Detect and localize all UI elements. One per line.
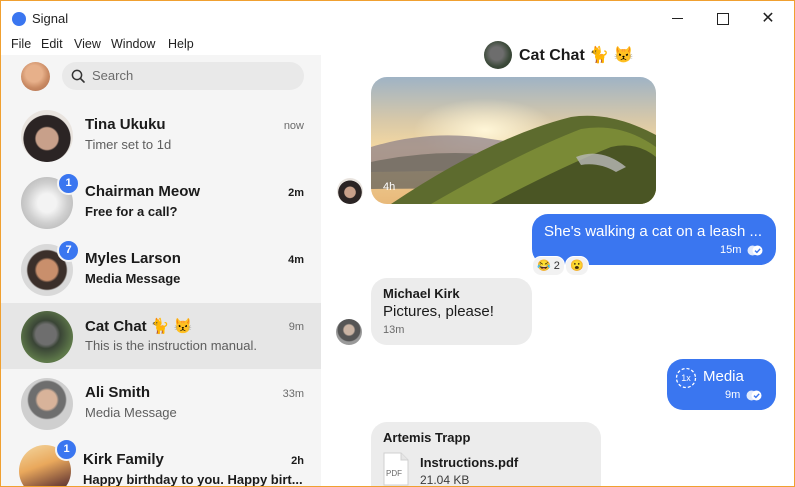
menu-edit[interactable]: Edit xyxy=(41,37,63,51)
app-window: Signal ✕ File Edit View Window Help Tina… xyxy=(0,0,795,487)
minimize-icon xyxy=(671,18,683,20)
search-input[interactable] xyxy=(92,68,292,83)
conversation-item[interactable]: 1 Chairman Meow Free for a call? 2m xyxy=(1,169,321,235)
signal-app-icon xyxy=(12,12,26,26)
sender-avatar[interactable] xyxy=(337,178,363,204)
avatar xyxy=(21,378,73,430)
conversation-preview: Media Message xyxy=(85,405,177,420)
search-icon xyxy=(71,69,85,83)
conversation-time: 2h xyxy=(291,455,304,467)
unread-badge: 7 xyxy=(57,239,80,262)
message-time: 9m xyxy=(725,389,741,401)
unread-badge: 1 xyxy=(55,438,78,461)
conversation-list-pane: Tina Ukuku Timer set to 1d now 1 Chairma… xyxy=(1,55,321,487)
title-bar: Signal ✕ xyxy=(1,1,794,37)
unread-badge: 1 xyxy=(57,172,80,195)
conversation-time: 4m xyxy=(288,254,304,266)
photo-message[interactable]: 4h xyxy=(371,77,656,204)
conversation-preview: Timer set to 1d xyxy=(85,137,172,152)
message-time: 13m xyxy=(383,324,405,336)
conversation-name: Cat Chat 🐈 😾 xyxy=(85,318,193,335)
close-icon: ✕ xyxy=(761,10,775,27)
conversation-preview: Happy birthday to you. Happy birt... xyxy=(83,472,303,487)
conversation-item[interactable]: Cat Chat 🐈 😾 This is the instruction man… xyxy=(1,303,321,369)
avatar xyxy=(484,41,512,69)
conversation-preview: Free for a call? xyxy=(85,204,178,219)
conversation-name: Tina Ukuku xyxy=(85,116,166,133)
file-size: 21.04 KB xyxy=(420,473,470,487)
conversation-name: Myles Larson xyxy=(85,250,181,267)
file-extension: PDF xyxy=(386,469,402,478)
conversation-time: 9m xyxy=(288,321,304,333)
search-box[interactable] xyxy=(62,62,304,90)
conversation-item[interactable]: Ali Smith Media Message 33m xyxy=(1,370,321,436)
maximize-icon xyxy=(717,12,729,25)
sender-name: Artemis Trapp xyxy=(383,430,471,445)
window-title: Signal xyxy=(32,11,69,26)
conversation-preview: Media Message xyxy=(85,271,181,286)
menu-file[interactable]: File xyxy=(11,37,31,51)
reaction-laugh[interactable]: 😂 2 xyxy=(532,256,565,276)
avatar xyxy=(21,110,73,162)
menu-window[interactable]: Window xyxy=(111,37,155,51)
view-once-label: 1x xyxy=(681,373,691,383)
sender-name: Michael Kirk xyxy=(383,286,460,301)
file-name: Instructions.pdf xyxy=(420,455,519,470)
my-profile-avatar[interactable] xyxy=(21,62,50,91)
minimize-button[interactable] xyxy=(665,8,689,30)
close-button[interactable]: ✕ xyxy=(756,8,780,30)
conversation-item[interactable]: 1 Kirk Family Happy birthday to you. Hap… xyxy=(1,437,321,487)
conversation-item[interactable]: 7 Myles Larson Media Message 4m xyxy=(1,236,321,302)
read-receipt-icon xyxy=(746,390,762,401)
read-receipt-icon xyxy=(747,245,763,256)
message-text: Media xyxy=(703,368,744,385)
conversation-item[interactable]: Tina Ukuku Timer set to 1d now xyxy=(1,102,321,168)
outgoing-media-message[interactable]: 1x Media 9m xyxy=(667,359,776,410)
conversation-time: 2m xyxy=(288,187,304,199)
landscape-photo xyxy=(371,77,656,204)
sender-avatar[interactable] xyxy=(336,319,362,345)
message-text: Pictures, please! xyxy=(383,303,494,320)
chat-header[interactable]: Cat Chat 🐈 😾 xyxy=(321,37,794,73)
message-meta: 15m xyxy=(720,244,763,256)
menu-help[interactable]: Help xyxy=(168,37,194,51)
conversation-name: Ali Smith xyxy=(85,384,151,401)
conversation-name: Kirk Family xyxy=(83,451,164,468)
conversation-time: now xyxy=(283,120,304,132)
incoming-message[interactable]: Michael Kirk Pictures, please! 13m xyxy=(371,278,532,345)
conversation-name: Chairman Meow xyxy=(85,183,201,200)
reaction-wow[interactable]: 😮 xyxy=(565,256,589,276)
menu-view[interactable]: View xyxy=(74,37,101,51)
incoming-file-message[interactable]: Artemis Trapp PDF Instructions.pdf 21.04… xyxy=(371,422,601,487)
conversation-time: 33m xyxy=(282,388,304,400)
chat-title: Cat Chat 🐈 😾 xyxy=(519,47,634,64)
maximize-button[interactable] xyxy=(711,8,735,30)
message-text: She's walking a cat on a leash ... xyxy=(544,223,762,240)
avatar xyxy=(21,311,73,363)
message-time: 15m xyxy=(720,244,742,256)
message-time: 4h xyxy=(383,181,396,193)
conversation-preview: This is the instruction manual. xyxy=(85,338,257,353)
message-meta: 9m xyxy=(725,389,762,401)
